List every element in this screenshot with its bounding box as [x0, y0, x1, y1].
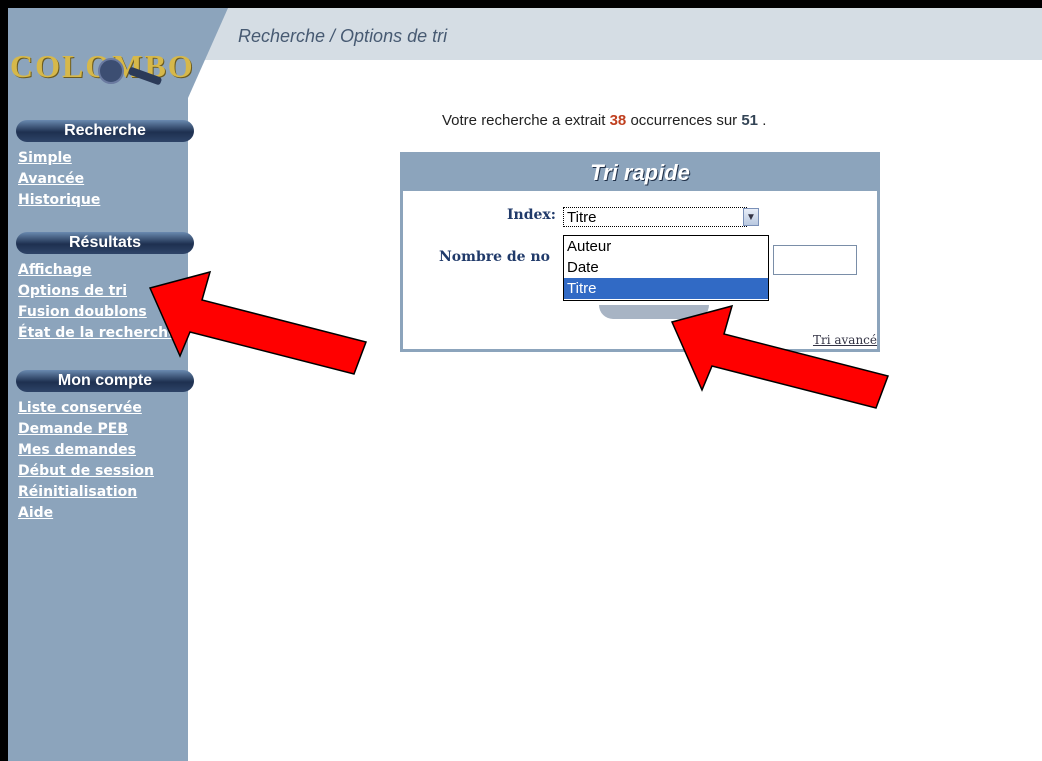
nav-link-demande-peb[interactable]: Demande PEB	[18, 419, 154, 440]
nav-mon-compte: Liste conservée Demande PEB Mes demandes…	[18, 398, 154, 524]
nombre-label: Nombre de no	[439, 249, 550, 265]
dropdown-option-auteur[interactable]: Auteur	[564, 236, 768, 257]
result-count: 38	[609, 112, 627, 129]
index-select[interactable]: Titre	[563, 207, 747, 227]
globe-icon	[98, 58, 124, 84]
nombre-input[interactable]	[773, 245, 857, 275]
tri-rapide-title: Tri rapide	[403, 155, 877, 191]
nav-link-avancee[interactable]: Avancée	[18, 169, 100, 190]
summary-prefix: Votre recherche a extrait	[442, 112, 606, 129]
section-title-recherche: Recherche	[16, 120, 194, 142]
nav-link-historique[interactable]: Historique	[18, 190, 100, 211]
dropdown-option-titre[interactable]: Titre	[564, 278, 768, 299]
nav-link-mes-demandes[interactable]: Mes demandes	[18, 440, 154, 461]
nav-link-debut-session[interactable]: Début de session	[18, 461, 154, 482]
summary-suffix: .	[762, 112, 767, 129]
chevron-down-icon[interactable]: ▼	[743, 208, 759, 226]
annotation-arrow-left	[148, 270, 367, 375]
search-summary: Votre recherche a extrait 38 occurrences…	[442, 112, 766, 129]
nav-link-aide[interactable]: Aide	[18, 503, 154, 524]
page-title: Recherche / Options de tri	[238, 26, 448, 46]
browser-page: COLOMBO Recherche / Options de tri Reche…	[8, 8, 1042, 761]
nav-recherche: Simple Avancée Historique	[18, 148, 100, 211]
summary-middle: occurrences sur	[630, 112, 738, 129]
nav-link-reinitialisation[interactable]: Réinitialisation	[18, 482, 154, 503]
dropdown-option-date[interactable]: Date	[564, 257, 768, 278]
index-dropdown-list: Auteur Date Titre	[563, 235, 769, 301]
nav-link-liste-conservee[interactable]: Liste conservée	[18, 398, 154, 419]
nav-link-simple[interactable]: Simple	[18, 148, 100, 169]
index-label: Index:	[507, 207, 556, 223]
annotation-arrow-right	[670, 304, 889, 409]
section-title-resultats: Résultats	[16, 232, 194, 254]
colombo-logo[interactable]: COLOMBO	[10, 48, 220, 98]
total-count: 51	[741, 112, 759, 129]
